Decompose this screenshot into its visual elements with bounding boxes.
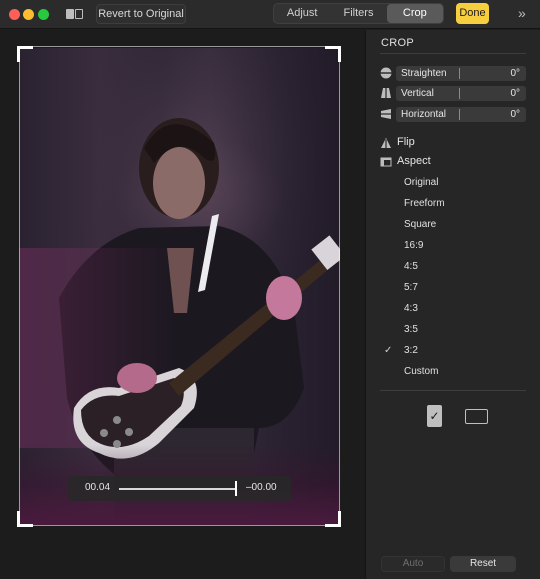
vertical-value: 0°: [510, 88, 520, 99]
crop-handle-top-left[interactable]: [17, 46, 33, 62]
photo-image: [19, 48, 340, 525]
tab-adjust[interactable]: Adjust: [274, 4, 330, 23]
checkmark-icon: ✓: [429, 409, 440, 423]
edit-mode-tabs: Adjust Filters Crop: [273, 3, 444, 24]
aspect-option-square[interactable]: Square: [404, 219, 436, 230]
compare-icon[interactable]: [64, 7, 86, 21]
auto-button[interactable]: Auto: [381, 556, 445, 572]
straighten-right-value: –00.00: [246, 482, 277, 493]
done-button[interactable]: Done: [456, 3, 489, 24]
aspect-option-custom[interactable]: Custom: [404, 366, 438, 377]
aspect-option-original[interactable]: Original: [404, 177, 438, 188]
portrait-orientation-button[interactable]: ✓: [427, 405, 442, 427]
crop-edge-left[interactable]: [19, 46, 20, 526]
divider: [380, 390, 526, 391]
crop-edge-right[interactable]: [339, 46, 340, 526]
crop-edge-bottom[interactable]: [19, 525, 340, 526]
aspect-option-3-2[interactable]: 3:2: [404, 345, 418, 356]
crop-handle-top-right[interactable]: [325, 46, 341, 62]
horizontal-perspective-icon: [381, 109, 391, 119]
aspect-option-freeform[interactable]: Freeform: [404, 198, 445, 209]
revert-to-original-button[interactable]: Revert to Original: [96, 4, 186, 24]
straighten-value: 0°: [510, 68, 520, 79]
straighten-icon: [380, 67, 392, 79]
flip-label: Flip: [397, 136, 415, 148]
aspect-option-4-5[interactable]: 4:5: [404, 261, 418, 272]
aspect-option-3-5[interactable]: 3:5: [404, 324, 418, 335]
tab-filters[interactable]: Filters: [330, 4, 386, 23]
crop-sidebar: CROP Straighten 0° Vertical 0° Horizonta…: [365, 30, 540, 579]
crop-handle-bottom-right[interactable]: [325, 511, 341, 527]
vertical-label: Vertical: [401, 88, 434, 99]
crop-edge-top[interactable]: [19, 46, 340, 47]
horizontal-value: 0°: [510, 109, 520, 120]
close-window-button[interactable]: [9, 9, 20, 20]
zoom-window-button[interactable]: [38, 9, 49, 20]
straighten-label: Straighten: [401, 68, 447, 79]
straighten-slider[interactable]: Straighten 0°: [380, 66, 526, 81]
horizontal-slider[interactable]: Horizontal 0°: [380, 107, 526, 122]
tab-crop[interactable]: Crop: [386, 4, 443, 23]
aspect-icon: [380, 157, 392, 167]
crop-section-title: CROP: [381, 37, 414, 49]
crop-handle-bottom-left[interactable]: [17, 511, 33, 527]
landscape-orientation-button[interactable]: [465, 409, 488, 424]
toolbar: Revert to Original Adjust Filters Crop D…: [0, 0, 540, 29]
aspect-option-5-7[interactable]: 5:7: [404, 282, 418, 293]
photo-canvas: 00.04 –00.00: [0, 30, 365, 579]
more-tools-icon[interactable]: »: [518, 5, 526, 21]
checkmark-icon: ✓: [384, 345, 393, 356]
vertical-slider[interactable]: Vertical 0°: [380, 86, 526, 101]
reset-button[interactable]: Reset: [450, 556, 516, 572]
flip-icon: [381, 138, 391, 148]
straighten-dial: 00.04 –00.00: [68, 476, 291, 501]
straighten-track[interactable]: [119, 488, 237, 490]
aspect-option-4-3[interactable]: 4:3: [404, 303, 418, 314]
divider: [380, 53, 526, 54]
vertical-perspective-icon: [381, 88, 391, 98]
minimize-window-button[interactable]: [23, 9, 34, 20]
aspect-label: Aspect: [397, 155, 431, 167]
aspect-option-16-9[interactable]: 16:9: [404, 240, 423, 251]
straighten-left-value: 00.04: [85, 482, 111, 493]
horizontal-label: Horizontal: [401, 109, 447, 120]
straighten-knob[interactable]: [235, 481, 237, 496]
